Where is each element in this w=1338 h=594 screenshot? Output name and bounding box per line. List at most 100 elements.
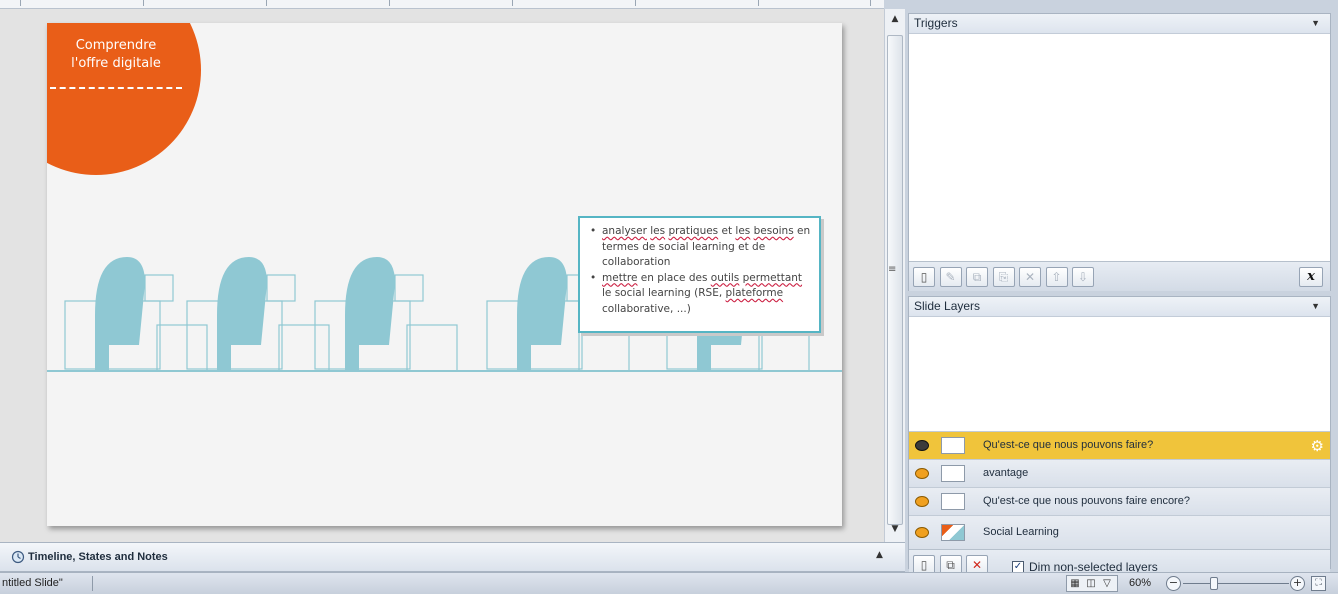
- monitor-outline: [144, 274, 174, 302]
- normal-view-icon[interactable]: ◫: [1083, 576, 1099, 591]
- view-buttons: ▦ ◫ ▽: [1066, 575, 1118, 592]
- variables-button[interactable]: x: [1299, 267, 1323, 287]
- misspelled-word: pratiques: [668, 225, 719, 237]
- layer-name: avantage: [983, 467, 1029, 479]
- preview-icon[interactable]: ▽: [1099, 576, 1115, 591]
- drawer-outline: [278, 324, 330, 372]
- move-down-icon[interactable]: ⇩: [1072, 267, 1094, 287]
- misspelled-word: les: [735, 225, 751, 237]
- ruler-tick: [20, 0, 21, 6]
- vertical-scrollbar[interactable]: ▲ ≡ ▼: [884, 9, 905, 542]
- triggers-list[interactable]: [909, 34, 1330, 261]
- base-layer-row[interactable]: Social Learning: [909, 515, 1330, 549]
- slide-layers-panel: Slide Layers ▼ Qu'est-ce que nous pouvon…: [908, 296, 1331, 583]
- misspelled-word: besoins: [753, 225, 794, 237]
- ruler-tick: [266, 0, 267, 6]
- layer-thumbnail: [941, 465, 965, 482]
- layers-empty-area: [909, 317, 1330, 431]
- bullet-item: analyser les pratiques et les besoins en…: [590, 224, 811, 271]
- edit-icon[interactable]: ✎: [939, 267, 962, 287]
- misspelled-word: analyser: [602, 225, 647, 237]
- zoom-level: 60%: [1129, 577, 1152, 589]
- monitor-outline: [266, 274, 296, 302]
- eye-icon[interactable]: [915, 440, 929, 451]
- misspelled-word: outils: [710, 271, 740, 284]
- zoom-slider-track[interactable]: [1183, 583, 1289, 584]
- delete-icon[interactable]: ✕: [1019, 267, 1041, 287]
- paste-icon[interactable]: ⎘: [992, 267, 1015, 287]
- slide-sorter-icon[interactable]: ▦: [1067, 576, 1083, 591]
- fit-to-window-icon[interactable]: ⛶: [1311, 576, 1326, 591]
- bullet-text: et: [718, 225, 736, 237]
- timeline-label[interactable]: Timeline, States and Notes: [28, 551, 168, 563]
- chevron-down-icon[interactable]: ▼: [1311, 297, 1320, 316]
- ruler-tick: [758, 0, 759, 6]
- layer-row[interactable]: avantage: [909, 459, 1330, 487]
- triggers-header[interactable]: Triggers ▼: [909, 14, 1330, 34]
- layer-thumbnail: [941, 524, 965, 541]
- new-trigger-icon[interactable]: ▯: [913, 267, 935, 287]
- slide-layers-title: Slide Layers: [914, 299, 981, 313]
- triggers-toolbar: ▯ ✎ ⧉ ⎘ ✕ ⇧ ⇩ x: [909, 261, 1330, 291]
- scroll-down-icon[interactable]: ▼: [885, 521, 905, 537]
- layer-thumbnail: [941, 437, 965, 454]
- expand-timeline-icon[interactable]: ▲: [876, 550, 883, 560]
- eye-icon[interactable]: [915, 527, 929, 538]
- triggers-title: Triggers: [914, 16, 958, 30]
- slide-name: ntitled Slide": [2, 577, 63, 589]
- scroll-up-icon[interactable]: ▲: [885, 11, 905, 27]
- misspelled-word: les: [650, 225, 666, 237]
- scroll-grip-icon: ≡: [888, 264, 897, 275]
- text-callout-box[interactable]: analyser les pratiques et les besoins en…: [578, 216, 821, 333]
- chair-silhouette: [345, 257, 395, 371]
- slide-canvas[interactable]: Comprendre l'offre digitale analyser les…: [0, 9, 884, 542]
- timeline-clock-icon: [11, 550, 25, 564]
- bullet-text: collaborative, ...): [602, 302, 691, 315]
- slide-title-line1: Comprendre: [75, 38, 157, 53]
- status-divider: [92, 576, 93, 591]
- eye-icon[interactable]: [915, 468, 929, 479]
- slide-title[interactable]: Comprendre l'offre digitale: [61, 37, 171, 73]
- zoom-in-icon[interactable]: +: [1290, 576, 1305, 591]
- bullet-text: le social learning (RSE,: [602, 287, 726, 299]
- slide[interactable]: Comprendre l'offre digitale analyser les…: [47, 23, 842, 526]
- ruler-tick: [143, 0, 144, 6]
- scroll-thumb[interactable]: [887, 35, 903, 525]
- ruler-tick: [512, 0, 513, 6]
- layer-name: Social Learning: [983, 526, 1059, 538]
- chair-silhouette: [217, 257, 267, 371]
- zoom-slider-thumb[interactable]: [1210, 577, 1218, 590]
- layer-name: Qu'est-ce que nous pouvons faire?: [983, 439, 1154, 451]
- bullet-text: en place des: [637, 271, 711, 284]
- misspelled-word: mettre: [602, 271, 638, 284]
- slide-title-line2: l'offre digitale: [71, 56, 161, 71]
- misspelled-word: plateforme: [725, 287, 784, 299]
- layer-thumbnail: [941, 493, 965, 510]
- timeline-bar[interactable]: Timeline, States and Notes ▲: [0, 542, 905, 572]
- ruler: [0, 0, 884, 9]
- ruler-tick: [389, 0, 390, 6]
- move-up-icon[interactable]: ⇧: [1045, 267, 1068, 287]
- zoom-out-icon[interactable]: −: [1166, 576, 1181, 591]
- drawer-outline: [406, 324, 458, 372]
- drawer-outline: [156, 324, 208, 372]
- status-bar: ntitled Slide" ▦ ◫ ▽ 60% − + ⛶: [0, 572, 1338, 594]
- triggers-panel: Triggers ▼ ▯ ✎ ⧉ ⎘ ✕ ⇧ ⇩ x: [908, 13, 1331, 291]
- monitor-outline: [394, 274, 424, 302]
- bullet-item: mettre en place des outils permettant le…: [590, 271, 811, 318]
- chair-silhouette: [95, 257, 145, 371]
- title-divider: [50, 87, 182, 89]
- misspelled-word: permettant: [742, 271, 803, 284]
- eye-icon[interactable]: [915, 496, 929, 507]
- ruler-tick: [635, 0, 636, 6]
- ruler-tick: [870, 0, 871, 6]
- bullet-list: analyser les pratiques et les besoins en…: [590, 224, 811, 317]
- layer-name: Qu'est-ce que nous pouvons faire encore?: [983, 495, 1190, 507]
- gear-icon[interactable]: ⚙: [1311, 437, 1324, 455]
- chevron-down-icon[interactable]: ▼: [1311, 14, 1320, 33]
- layer-row[interactable]: Qu'est-ce que nous pouvons faire encore?: [909, 487, 1330, 515]
- slide-layers-header[interactable]: Slide Layers ▼: [909, 297, 1330, 317]
- layer-row[interactable]: Qu'est-ce que nous pouvons faire? ⚙: [909, 431, 1330, 459]
- chair-silhouette: [517, 257, 567, 371]
- copy-icon[interactable]: ⧉: [966, 267, 988, 287]
